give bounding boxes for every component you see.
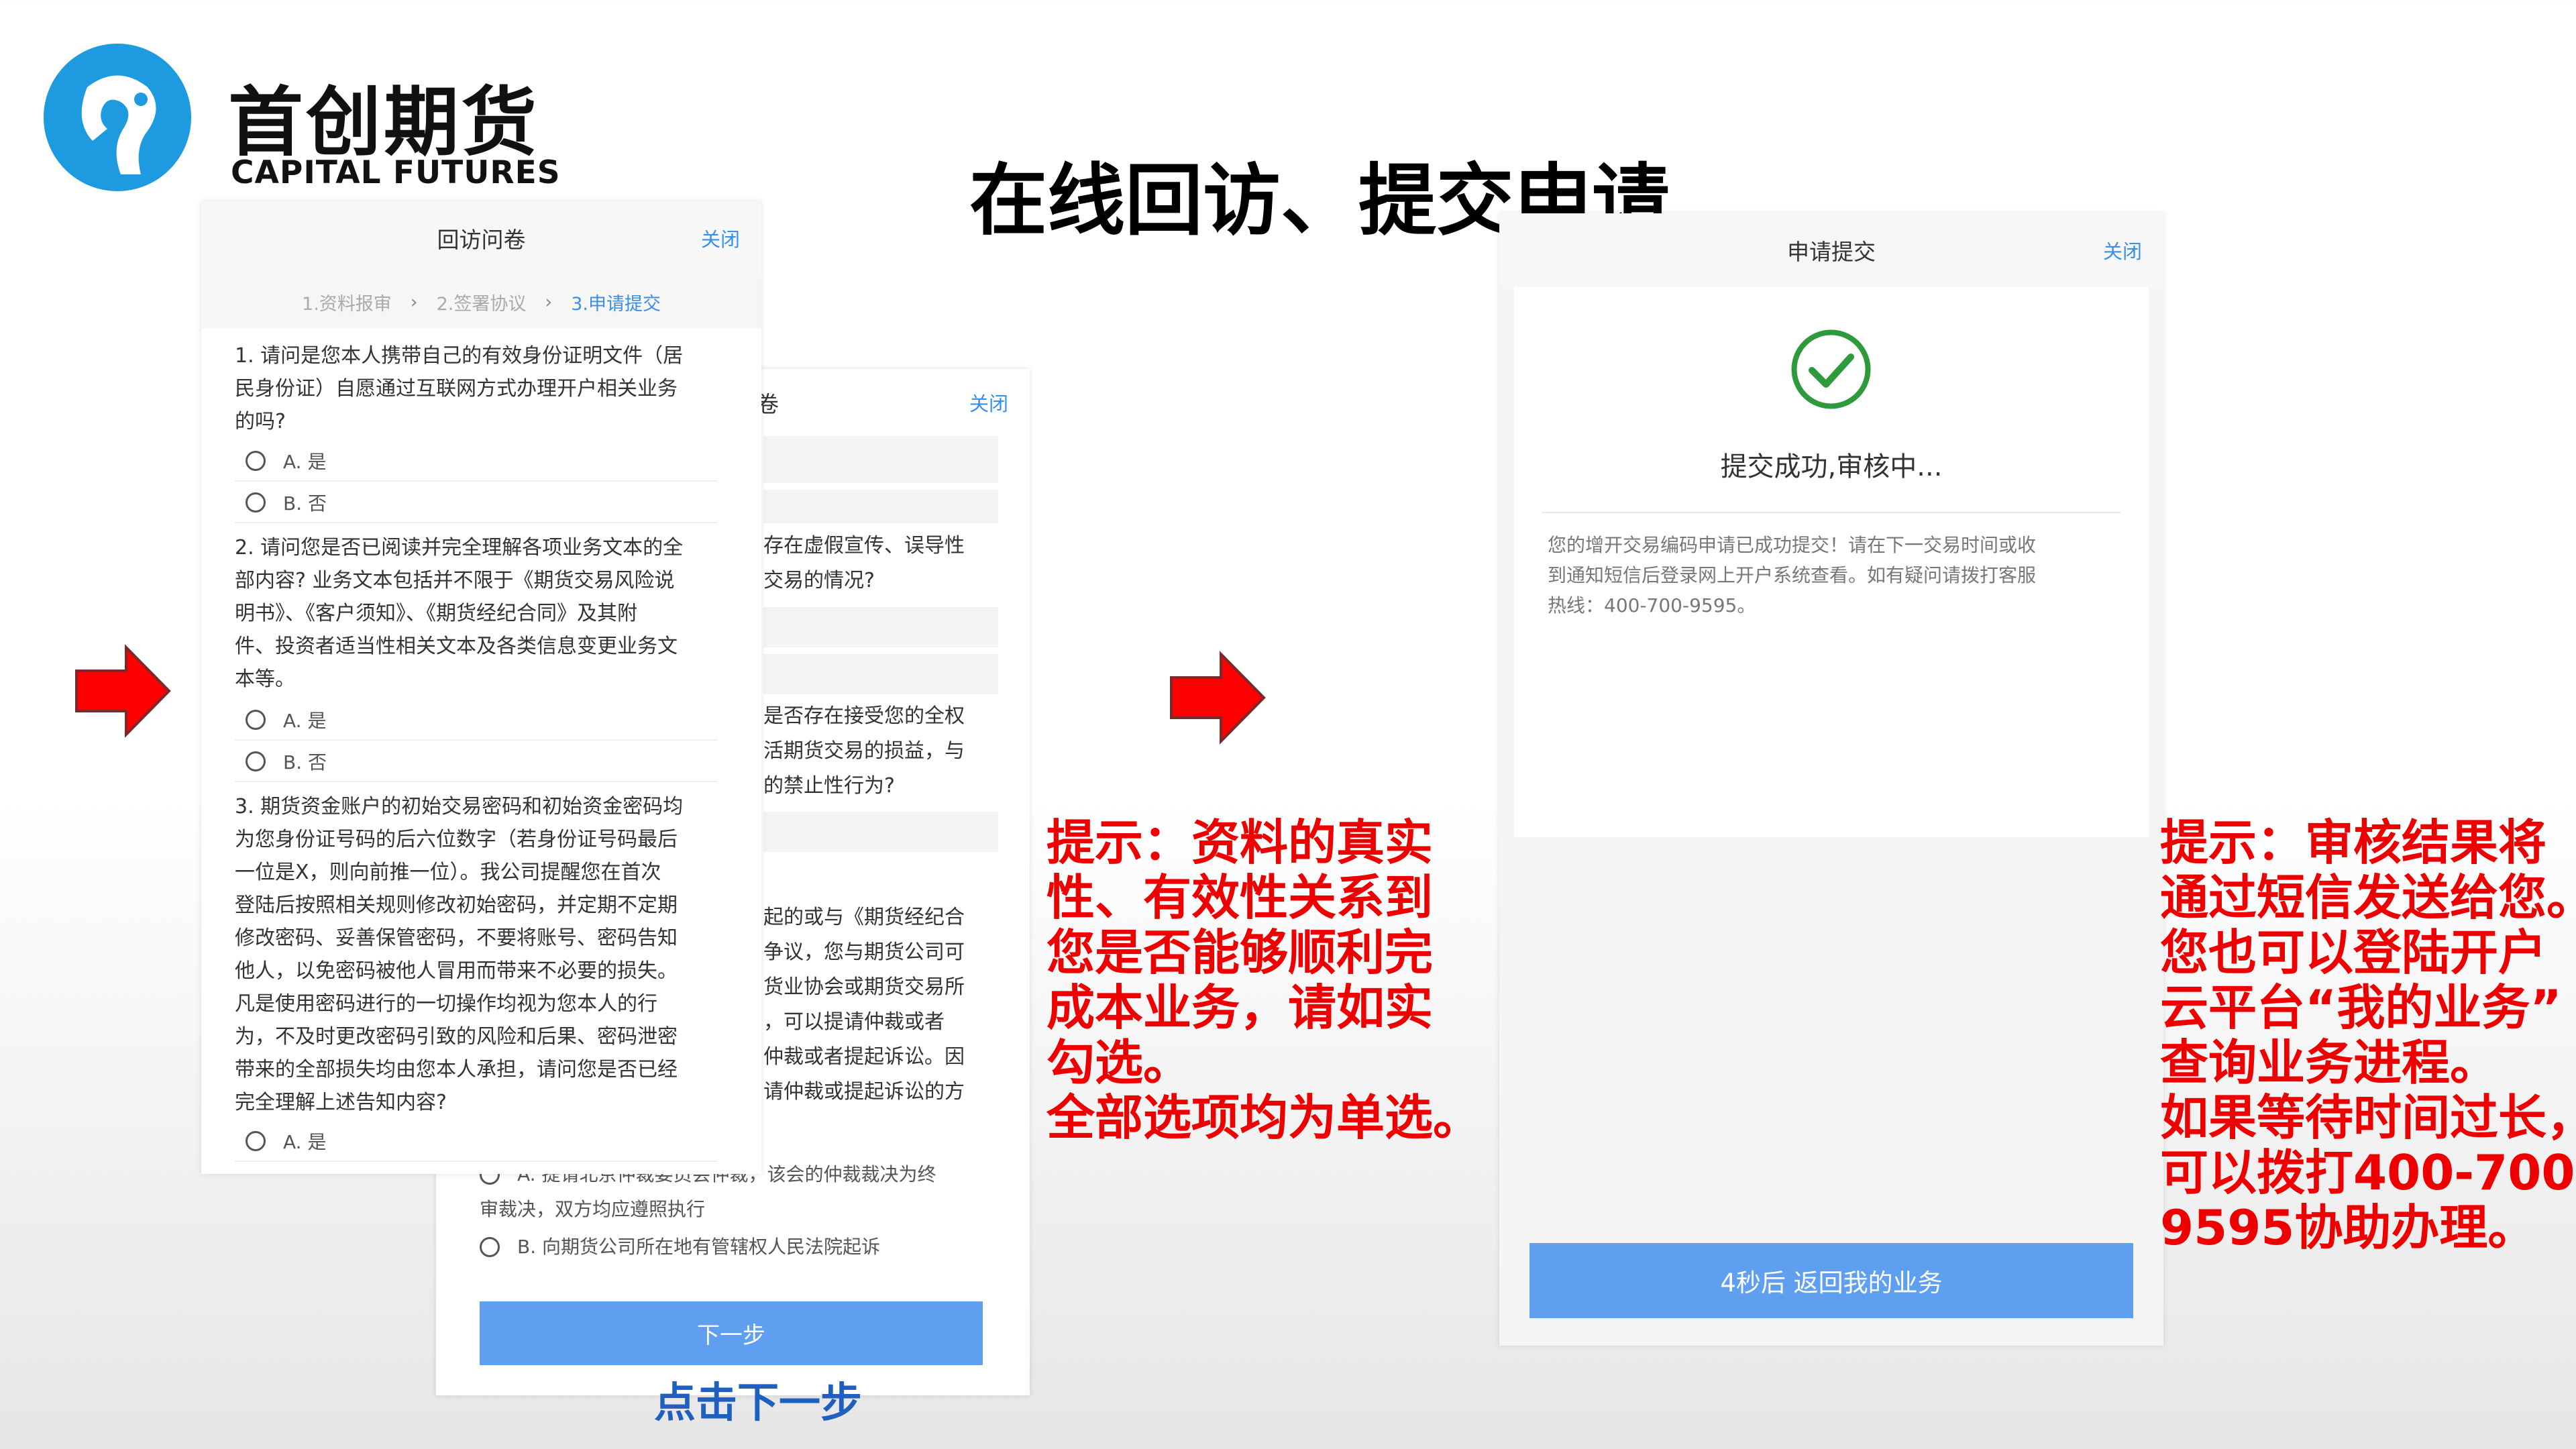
- back-row-blank: [763, 654, 998, 694]
- back-row-blank: [763, 490, 998, 523]
- submit-screen: 申请提交 关闭 提交成功,审核中... 您的增开交易编码申请已成功提交！请在下一…: [1499, 213, 2163, 1346]
- result-card: 提交成功,审核中... 您的增开交易编码申请已成功提交！请在下一交易时间或收 到通…: [1514, 287, 2149, 837]
- q1-option-a[interactable]: A. 是: [235, 441, 718, 482]
- success-check-icon: [1791, 329, 1871, 409]
- tip-review-result: 提示：审核结果将 通过短信发送给您。 您也可以登陆开户 云平台“我的业务” 查询业务进…: [2160, 814, 2576, 1256]
- q3-option-a[interactable]: A. 是: [235, 1122, 718, 1162]
- question-1: 1. 请问是您本人携带自己的有效身份证明文件（居 民身份证）自愿通过互联网方式办…: [235, 344, 684, 433]
- radio-icon[interactable]: [246, 710, 266, 730]
- next-step-button[interactable]: 下一步: [480, 1301, 983, 1365]
- questionnaire-screen: 回访问卷 关闭 1.资料报审 › 2.签署协议 › 3.申请提交 1. 请问是您…: [201, 201, 761, 1174]
- right-arrow-icon: [1170, 651, 1266, 745]
- radio-icon[interactable]: [246, 751, 266, 771]
- click-next-label: 点击下一步: [654, 1378, 863, 1427]
- submit-message: 您的增开交易编码申请已成功提交！请在下一交易时间或收 到通知短信后登录网上开户系统…: [1548, 534, 2037, 616]
- question-2: 2. 请问您是否已阅读并完全理解各项业务文本的全 部内容? 业务文本包括并不限于…: [235, 536, 684, 691]
- back-row-blank: [763, 436, 998, 483]
- divider: [1542, 512, 2121, 513]
- chevron-right-icon: ›: [410, 291, 418, 313]
- submit-close-button[interactable]: 关闭: [2103, 213, 2142, 287]
- back-row-blank: [763, 607, 998, 647]
- logo-english-name: CAPITAL FUTURES: [231, 154, 561, 191]
- q2-option-a[interactable]: A. 是: [235, 700, 718, 741]
- back-row-blank: [763, 812, 998, 852]
- questionnaire-close-button[interactable]: 关闭: [701, 201, 740, 275]
- q2-option-b[interactable]: B. 否: [235, 742, 718, 782]
- elephant-logo-icon: [44, 44, 191, 191]
- step-progress: 1.资料报审 › 2.签署协议 › 3.申请提交: [201, 275, 761, 329]
- q1-option-b[interactable]: B. 否: [235, 483, 718, 523]
- option-arbitration-cont: 审裁决，双方均应遵照执行: [480, 1198, 706, 1220]
- step-3: 3.申请提交: [571, 293, 661, 315]
- return-my-business-button[interactable]: 4秒后 返回我的业务: [1529, 1243, 2133, 1318]
- radio-icon[interactable]: [246, 451, 266, 471]
- back-question-fragment: 是否存在接受您的全权 活期货交易的损益，与 的禁止性行为?: [763, 704, 965, 798]
- question-3: 3. 期货资金账户的初始交易密码和初始资金密码均 为您身份证号码的后六位数字（若…: [235, 795, 684, 1114]
- tip-verify: 提示：资料的真实 性、有效性关系到 您是否能够顺利完 成本业务，请如实 勾选。 全部选项…: [1046, 814, 1482, 1146]
- back-question-fragment: 起的或与《期货经纪合 争议，您与期货公司可 货业协会或期货交易所 ，可以提请仲裁或者…: [763, 906, 965, 1104]
- company-logo: 首创期货 CAPITAL FUTURES: [40, 34, 560, 195]
- radio-icon[interactable]: [480, 1237, 500, 1257]
- submit-screen-title: 申请提交: [1499, 213, 2163, 287]
- back-question-fragment: 存在虚假宣传、误导性 交易的情况?: [763, 534, 965, 592]
- back-screen-close-button[interactable]: 关闭: [969, 369, 1008, 436]
- questionnaire-title: 回访问卷: [201, 201, 761, 275]
- right-arrow-icon: [75, 644, 171, 738]
- radio-icon[interactable]: [246, 1131, 266, 1151]
- step-1: 1.资料报审: [302, 293, 392, 315]
- option-court[interactable]: B. 向期货公司所在地有管辖权人民法院起诉: [480, 1230, 1016, 1265]
- radio-icon[interactable]: [246, 492, 266, 513]
- step-2: 2.签署协议: [436, 293, 527, 315]
- chevron-right-icon: ›: [545, 291, 553, 313]
- submit-status: 提交成功,审核中...: [1720, 451, 1943, 482]
